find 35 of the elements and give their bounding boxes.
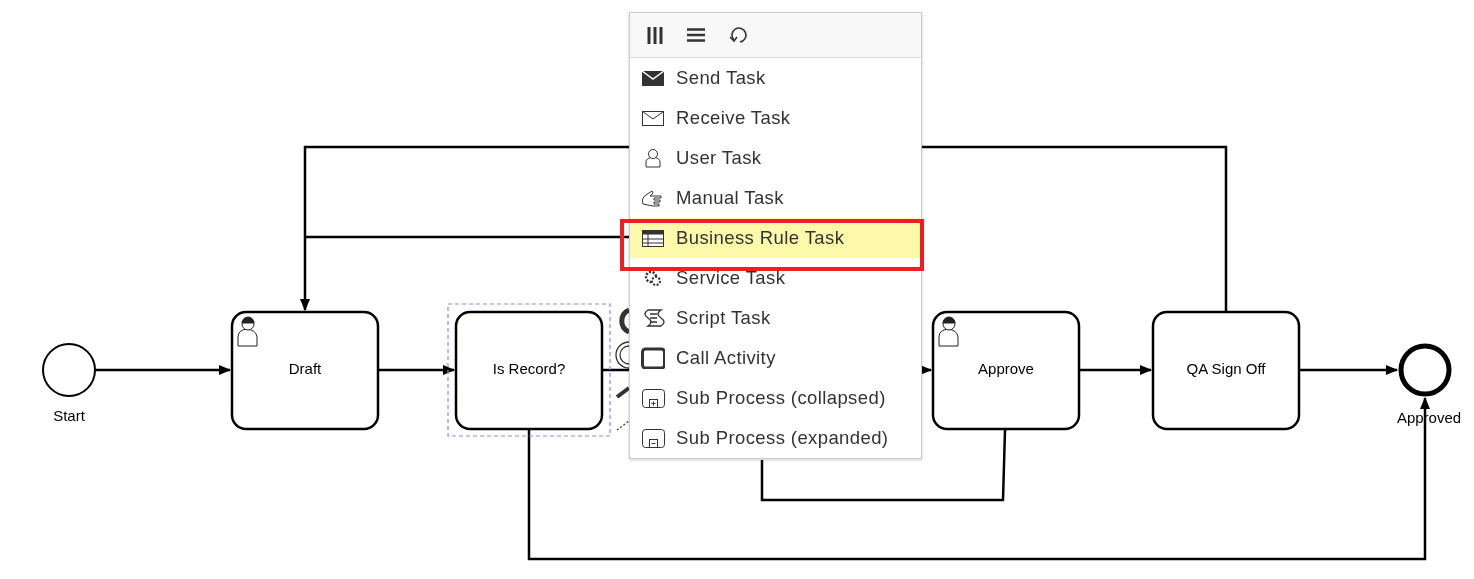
double-ring-icon[interactable]: [615, 341, 630, 369]
task-label: QA Sign Off: [1186, 360, 1266, 377]
dashed-line-icon[interactable]: [616, 420, 630, 431]
task-box[interactable]: [454, 310, 604, 431]
menu-item[interactable]: Send Task: [630, 58, 921, 98]
task-label: Draft: [288, 360, 322, 377]
plus-square-icon: [641, 387, 665, 409]
scroll-icon: [641, 307, 665, 329]
task-label: Is Record?: [492, 360, 566, 377]
task-box[interactable]: [1151, 310, 1301, 431]
loop-icon[interactable]: [729, 26, 749, 44]
task-box[interactable]: [931, 310, 1081, 431]
end-event[interactable]: [1398, 343, 1452, 397]
user-icon: [938, 316, 959, 347]
menu-item[interactable]: Sub Process (collapsed): [630, 378, 921, 418]
task-label: Approve: [978, 360, 1034, 377]
user-icon: [237, 316, 258, 347]
columns-icon[interactable]: [647, 26, 663, 44]
sequence-flow: [920, 365, 932, 375]
menu-item[interactable]: Script Task: [630, 298, 921, 338]
diagonal-line-icon[interactable]: [615, 386, 631, 399]
start-event[interactable]: [42, 343, 96, 397]
minus-square-icon: [641, 427, 665, 449]
ring-icon[interactable]: [619, 307, 631, 335]
menu-item[interactable]: Manual Task: [630, 178, 921, 218]
task-box[interactable]: [230, 310, 380, 431]
event-label: Start: [53, 407, 85, 424]
menu-item[interactable]: Call Activity: [630, 338, 921, 378]
menu-item[interactable]: User Task: [630, 138, 921, 178]
menu-item[interactable]: Receive Task: [630, 98, 921, 138]
sequence-flow: [603, 368, 629, 372]
menu-item[interactable]: Sub Process (expanded): [630, 418, 921, 458]
menu-icon[interactable]: [687, 28, 705, 42]
menu-item[interactable]: Service Task: [630, 258, 921, 298]
table-icon: [641, 227, 665, 249]
